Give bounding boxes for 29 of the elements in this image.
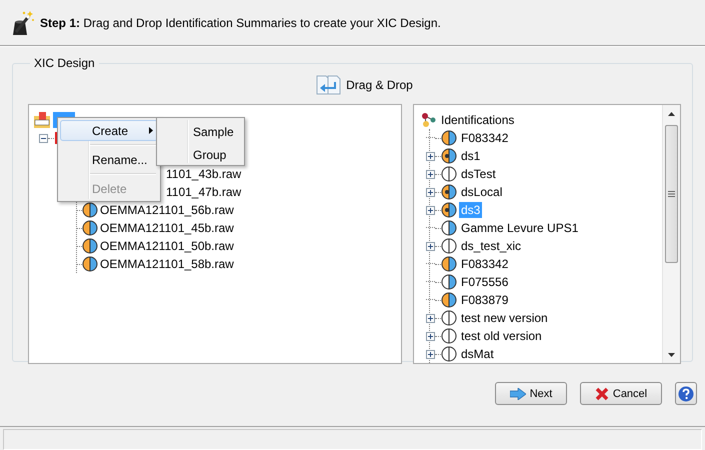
file-node[interactable]: 1101_43b.raw <box>166 166 242 182</box>
tree-node[interactable]: F083342 <box>459 130 510 146</box>
file-node[interactable]: OEMMA121101_56b.raw <box>100 202 234 218</box>
tree-node[interactable]: F075556 <box>459 274 510 290</box>
tree-root-label[interactable]: Identifications <box>439 112 516 128</box>
group-title: XIC Design <box>33 56 96 70</box>
tree-node[interactable]: test old version <box>459 328 544 344</box>
menu-item[interactable]: Group <box>159 143 242 166</box>
tree-node[interactable]: dsTest <box>459 166 498 182</box>
menu-item[interactable]: Sample <box>159 120 242 143</box>
tree-node[interactable]: test new version <box>459 310 550 326</box>
tree-node[interactable]: dsLocal <box>459 184 504 200</box>
tree-node[interactable]: Gamme Levure UPS1 <box>459 220 580 236</box>
file-node[interactable]: OEMMA121101_50b.raw <box>100 238 234 254</box>
next-button[interactable]: Next <box>495 382 567 405</box>
tree-node[interactable]: F083879 <box>459 292 510 308</box>
tree-node[interactable]: F083342 <box>459 256 510 272</box>
tree-node[interactable]: dsMat <box>459 346 496 362</box>
file-node[interactable]: OEMMA121101_45b.raw <box>100 220 234 236</box>
file-node[interactable]: 1101_47b.raw <box>166 184 242 200</box>
menu-item[interactable]: Rename... <box>60 149 158 170</box>
step-instruction: Step 1: Drag and Drop Identification Summaries to create your XIC Design. <box>40 16 441 30</box>
menu-item[interactable]: Create <box>60 120 158 141</box>
tree-node[interactable]: ds1 <box>459 148 482 164</box>
file-node[interactable]: OEMMA121101_58b.raw <box>100 256 234 272</box>
drag-drop-label: Drag & Drop <box>346 78 413 92</box>
tree-node[interactable]: ds_test_xic <box>459 238 524 254</box>
cancel-button[interactable]: Cancel <box>580 382 662 405</box>
identifications-tree[interactable]: Identifications F083342 ds1 dsTest dsLocal ds3 Gamme Levure UPS1 ds_test_xic F083342 F075556 F083879 test new version test old version dsMat <box>413 104 681 364</box>
